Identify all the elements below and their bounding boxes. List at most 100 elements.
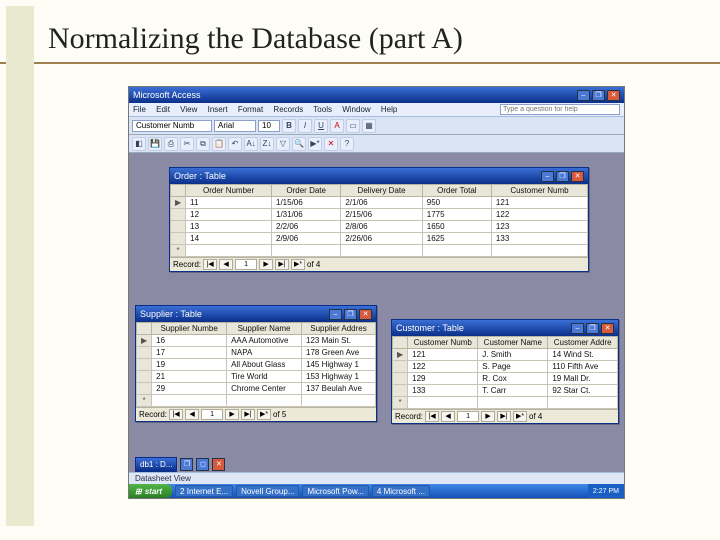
nav-prev-button[interactable]: ◀ xyxy=(441,411,455,422)
new-row[interactable]: * xyxy=(137,395,376,407)
supplier-col-0[interactable]: Supplier Numbe xyxy=(152,323,227,335)
menu-tools[interactable]: Tools xyxy=(313,105,332,114)
supplier-minimize-button[interactable]: – xyxy=(329,309,342,320)
font-size-selector[interactable]: 10 xyxy=(258,120,280,132)
nav-first-button[interactable]: |◀ xyxy=(169,409,183,420)
customer-close-button[interactable]: ✕ xyxy=(601,323,614,334)
order-col-2[interactable]: Delivery Date xyxy=(341,185,422,197)
sort-asc-button[interactable]: A↓ xyxy=(244,137,258,151)
table-row[interactable]: 17NAPA178 Green Ave xyxy=(137,347,376,359)
new-row[interactable]: * xyxy=(171,245,588,257)
nav-last-button[interactable]: ▶| xyxy=(241,409,255,420)
table-row[interactable]: 21Tire World153 Highway 1 xyxy=(137,371,376,383)
nav-first-button[interactable]: |◀ xyxy=(425,411,439,422)
table-row[interactable]: 121/31/062/15/061775122 xyxy=(171,209,588,221)
font-color-button[interactable]: A xyxy=(330,119,344,133)
start-button[interactable]: ⊞ start xyxy=(129,484,172,498)
order-col-0[interactable]: Order Number xyxy=(186,185,272,197)
nav-current-record[interactable]: 1 xyxy=(235,259,257,270)
table-row[interactable]: 122S. Page110 Fifth Ave xyxy=(393,361,618,373)
nav-next-button[interactable]: ▶ xyxy=(225,409,239,420)
table-row[interactable]: 19All About Glass145 Highway 1 xyxy=(137,359,376,371)
supplier-close-button[interactable]: ✕ xyxy=(359,309,372,320)
table-row[interactable]: ▶121J. Smith14 Wind St. xyxy=(393,349,618,361)
taskbar-item[interactable]: 4 Microsoft ... xyxy=(372,485,430,497)
supplier-col-2[interactable]: Supplier Addres xyxy=(302,323,376,335)
delete-record-button[interactable]: ✕ xyxy=(324,137,338,151)
taskbar-item[interactable]: Novell Group... xyxy=(236,485,299,497)
nav-prev-button[interactable]: ◀ xyxy=(219,259,233,270)
system-tray[interactable]: 2:27 PM xyxy=(588,484,624,498)
copy-button[interactable]: ⧉ xyxy=(196,137,210,151)
new-record-button[interactable]: ▶* xyxy=(308,137,322,151)
field-selector[interactable]: Customer Numb xyxy=(132,120,212,132)
menu-window[interactable]: Window xyxy=(342,105,370,114)
help-search-input[interactable] xyxy=(500,104,620,115)
menu-format[interactable]: Format xyxy=(238,105,263,114)
menu-file[interactable]: File xyxy=(133,105,146,114)
new-row[interactable]: * xyxy=(393,397,618,409)
supplier-col-1[interactable]: Supplier Name xyxy=(227,323,302,335)
nav-first-button[interactable]: |◀ xyxy=(203,259,217,270)
nav-current-record[interactable]: 1 xyxy=(457,411,479,422)
customer-minimize-button[interactable]: – xyxy=(571,323,584,334)
nav-next-button[interactable]: ▶ xyxy=(259,259,273,270)
table-row[interactable]: ▶16AAA Automotive123 Main St. xyxy=(137,335,376,347)
order-close-button[interactable]: ✕ xyxy=(571,171,584,182)
order-maximize-button[interactable]: ❐ xyxy=(556,171,569,182)
minimized-maximize-button[interactable]: ◻ xyxy=(196,458,209,471)
taskbar-item[interactable]: Microsoft Pow... xyxy=(302,485,368,497)
menu-edit[interactable]: Edit xyxy=(156,105,170,114)
fill-color-button[interactable]: ▭ xyxy=(346,119,360,133)
nav-last-button[interactable]: ▶| xyxy=(497,411,511,422)
nav-new-button[interactable]: ▶* xyxy=(513,411,527,422)
nav-current-record[interactable]: 1 xyxy=(201,409,223,420)
menu-view[interactable]: View xyxy=(180,105,197,114)
restore-button[interactable]: ❐ xyxy=(592,90,605,101)
undo-button[interactable]: ↶ xyxy=(228,137,242,151)
print-button[interactable]: ⎙ xyxy=(164,137,178,151)
gridlines-button[interactable]: ▦ xyxy=(362,119,376,133)
table-row[interactable]: 142/9/062/26/061625133 xyxy=(171,233,588,245)
minimized-close-button[interactable]: ✕ xyxy=(212,458,225,471)
table-row[interactable]: 132/2/062/8/061650123 xyxy=(171,221,588,233)
taskbar-item[interactable]: 2 Internet E... xyxy=(175,485,233,497)
customer-col-2[interactable]: Customer Addre xyxy=(548,337,618,349)
help-button[interactable]: ? xyxy=(340,137,354,151)
nav-last-button[interactable]: ▶| xyxy=(275,259,289,270)
menu-help[interactable]: Help xyxy=(381,105,397,114)
nav-next-button[interactable]: ▶ xyxy=(481,411,495,422)
menu-records[interactable]: Records xyxy=(273,105,303,114)
table-row[interactable]: 29Chrome Center137 Beulah Ave xyxy=(137,383,376,395)
order-col-3[interactable]: Order Total xyxy=(422,185,491,197)
table-row[interactable]: ▶111/15/062/1/06950121 xyxy=(171,197,588,209)
font-name-selector[interactable]: Arial xyxy=(214,120,256,132)
sort-desc-button[interactable]: Z↓ xyxy=(260,137,274,151)
order-col-1[interactable]: Order Date xyxy=(272,185,341,197)
cut-button[interactable]: ✂ xyxy=(180,137,194,151)
nav-new-button[interactable]: ▶* xyxy=(257,409,271,420)
find-button[interactable]: 🔍 xyxy=(292,137,306,151)
bold-button[interactable]: B xyxy=(282,119,296,133)
filter-button[interactable]: ▽ xyxy=(276,137,290,151)
customer-maximize-button[interactable]: ❐ xyxy=(586,323,599,334)
paste-button[interactable]: 📋 xyxy=(212,137,226,151)
customer-col-1[interactable]: Customer Name xyxy=(478,337,548,349)
table-row[interactable]: 133T. Carr92 Star Ct. xyxy=(393,385,618,397)
underline-button[interactable]: U xyxy=(314,119,328,133)
minimize-button[interactable]: – xyxy=(577,90,590,101)
minimized-db-window[interactable]: db1 : D... ❐ ◻ ✕ xyxy=(135,457,225,472)
order-col-4[interactable]: Customer Numb xyxy=(491,185,587,197)
menu-insert[interactable]: Insert xyxy=(208,105,228,114)
supplier-maximize-button[interactable]: ❐ xyxy=(344,309,357,320)
table-row[interactable]: 129R. Cox19 Mall Dr. xyxy=(393,373,618,385)
nav-new-button[interactable]: ▶* xyxy=(291,259,305,270)
minimized-restore-button[interactable]: ❐ xyxy=(180,458,193,471)
order-minimize-button[interactable]: – xyxy=(541,171,554,182)
save-button[interactable]: 💾 xyxy=(148,137,162,151)
nav-prev-button[interactable]: ◀ xyxy=(185,409,199,420)
view-button[interactable]: ◧ xyxy=(132,137,146,151)
italic-button[interactable]: I xyxy=(298,119,312,133)
close-button[interactable]: ✕ xyxy=(607,90,620,101)
customer-col-0[interactable]: Customer Numb xyxy=(408,337,478,349)
